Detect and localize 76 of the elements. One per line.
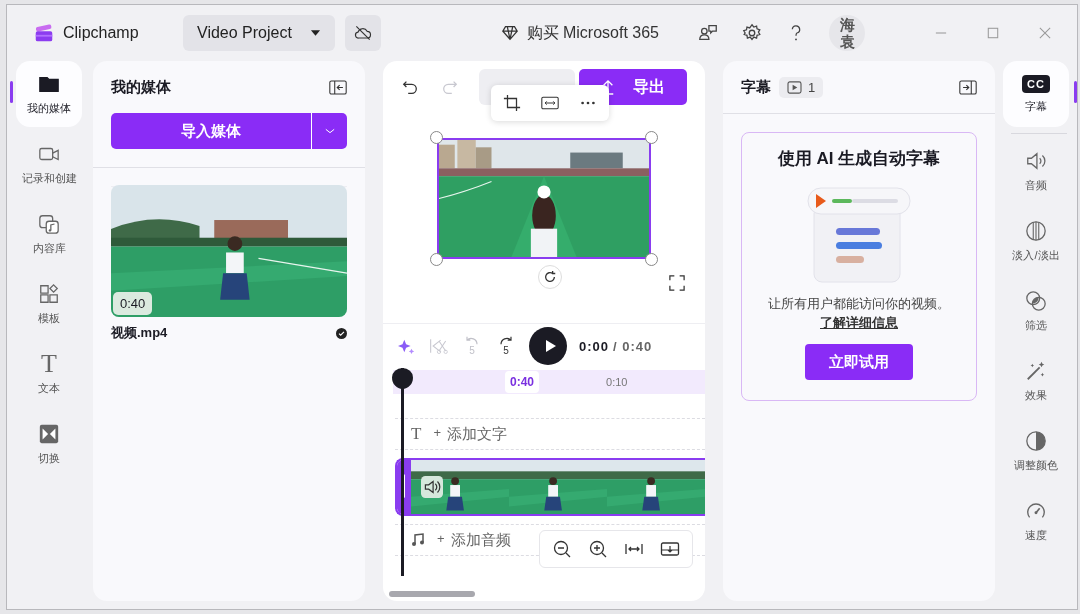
- rotate-icon: [543, 270, 557, 284]
- sparkle-icon[interactable]: [397, 337, 417, 355]
- current-time: 0:00: [579, 338, 610, 354]
- try-now-button[interactable]: 立即试用: [805, 344, 913, 380]
- sidebar-item[interactable]: 调整颜色: [1003, 418, 1069, 484]
- import-media-button[interactable]: 导入媒体: [111, 113, 311, 149]
- sidebar-item[interactable]: 效果: [1003, 348, 1069, 414]
- music-note-icon: [411, 533, 425, 547]
- sidebar-item[interactable]: 切换: [16, 411, 82, 477]
- panel-title: 我的媒体: [111, 77, 171, 97]
- contrast-icon: [1025, 429, 1047, 452]
- card-description: 让所有用户都能访问你的视频。 了解详细信息: [767, 295, 951, 332]
- playhead[interactable]: [392, 368, 413, 576]
- cloud-off-icon: [352, 23, 373, 43]
- rotate-button[interactable]: [538, 265, 562, 289]
- project-dropdown[interactable]: Video Project: [183, 15, 335, 51]
- zoom-in-icon[interactable]: [588, 539, 608, 559]
- sidebar-item[interactable]: 模板: [16, 271, 82, 337]
- filter-icon: [1025, 289, 1047, 312]
- total-time: / 0:40: [613, 338, 653, 354]
- time-marker: 0:10: [605, 375, 629, 390]
- magic-wand-icon: [1025, 359, 1047, 382]
- timeline-ruler[interactable]: 0:40 0:10: [393, 370, 705, 394]
- media-library-icon: [38, 212, 60, 235]
- logo-icon: [33, 22, 55, 44]
- sidebar-item[interactable]: 速度: [1003, 488, 1069, 554]
- import-dropdown-button[interactable]: [311, 113, 347, 149]
- panel-title: 字幕: [741, 77, 771, 97]
- expand-panel-icon[interactable]: [959, 79, 977, 95]
- sidebar-item[interactable]: 内容库: [16, 201, 82, 267]
- buy-microsoft-365-button[interactable]: 购买 Microsoft 365: [494, 21, 665, 45]
- sidebar-item[interactable]: T 文本: [16, 341, 82, 407]
- volume-icon[interactable]: [421, 476, 443, 498]
- scrollbar[interactable]: [389, 591, 475, 597]
- fade-icon: [1025, 219, 1047, 242]
- sidebar-item[interactable]: 记录和创建: [16, 131, 82, 197]
- sidebar-item[interactable]: 淡入/淡出: [1003, 208, 1069, 274]
- duration-badge: 0:40: [113, 292, 153, 315]
- speaker-icon: [1025, 149, 1047, 172]
- learn-more-link[interactable]: 了解详细信息: [820, 315, 898, 330]
- video-clip[interactable]: [395, 458, 705, 516]
- resize-handle[interactable]: [645, 131, 658, 144]
- account-avatar[interactable]: 海袁: [829, 15, 865, 51]
- forward-button[interactable]: 5: [495, 336, 517, 356]
- closed-captions-icon: CC: [1022, 74, 1050, 93]
- fit-icon[interactable]: [541, 94, 559, 112]
- sidebar-item[interactable]: 音频: [1003, 138, 1069, 204]
- card-title: 使用 AI 生成自动字幕: [777, 148, 941, 170]
- video-icon: [787, 80, 802, 94]
- text-icon: T: [41, 352, 57, 375]
- resize-handle[interactable]: [430, 253, 443, 266]
- transition-icon: [38, 422, 60, 445]
- play-button[interactable]: [529, 327, 567, 365]
- fullscreen-icon[interactable]: [669, 275, 685, 291]
- zoom-out-icon[interactable]: [552, 539, 572, 559]
- sidebar-item[interactable]: CC 字幕: [1003, 61, 1069, 127]
- media-thumbnail[interactable]: 0:40: [111, 185, 347, 317]
- app-name: Clipchamp: [63, 24, 139, 42]
- cloud-off-button[interactable]: [344, 15, 381, 51]
- caption-count: 1: [808, 79, 816, 95]
- time-marker: 0:40: [505, 371, 540, 393]
- templates-icon: [38, 282, 60, 305]
- sidebar-item[interactable]: 我的媒体: [16, 61, 82, 127]
- text-track-icon: T: [411, 424, 422, 444]
- diamond-icon: [500, 24, 519, 42]
- resize-handle[interactable]: [430, 131, 443, 144]
- resize-handle[interactable]: [645, 253, 658, 266]
- sidebar-item[interactable]: 筛选: [1003, 278, 1069, 344]
- collapse-panel-icon[interactable]: [329, 79, 347, 95]
- file-name: 视频.mp4: [111, 324, 168, 342]
- chevron-down-icon: [324, 127, 335, 135]
- caret-icon: [309, 29, 321, 37]
- add-audio-button[interactable]: + 添加音频: [437, 530, 511, 550]
- timeline-panel-icon[interactable]: [660, 539, 680, 559]
- add-text-button[interactable]: + 添加文字: [433, 424, 507, 444]
- crop-icon[interactable]: [503, 94, 521, 112]
